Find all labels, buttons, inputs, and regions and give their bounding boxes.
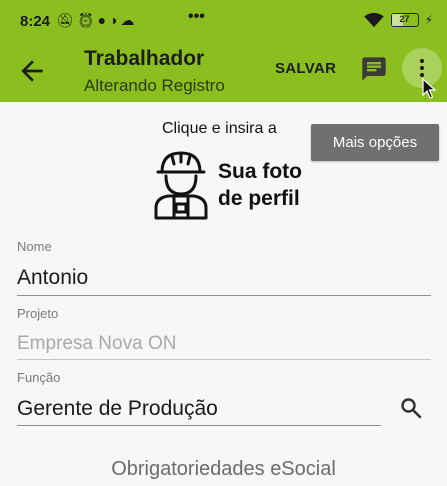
role-underline: [17, 425, 381, 426]
photo-label-line2: de perfil: [218, 187, 300, 210]
status-overflow: •••: [188, 8, 205, 25]
status-time: 8:24: [20, 13, 51, 30]
charging-icon: ⚡︎: [424, 13, 433, 27]
voicemail-icon: ●: [97, 12, 110, 28]
page-subtitle: Alterando Registro: [84, 76, 225, 95]
role-label: Função: [17, 370, 61, 385]
back-arrow-icon[interactable]: [16, 55, 48, 87]
mute-icon: 🔕︎: [56, 12, 77, 28]
comment-icon[interactable]: [360, 55, 388, 83]
more-options-button[interactable]: Mais opções: [311, 124, 439, 161]
mouse-cursor-icon: [422, 78, 437, 99]
save-button[interactable]: SALVAR: [275, 60, 336, 77]
status-notification-icons: 🔕︎⏰︎●◑☁︎: [56, 12, 138, 29]
photo-label: Sua foto de perfil: [218, 158, 302, 212]
name-label: Nome: [17, 239, 52, 254]
worker-avatar-icon[interactable]: [152, 148, 210, 220]
status-bar: 8:24 🔕︎⏰︎●◑☁︎ ••• 27 ⚡︎: [0, 0, 447, 35]
battery-icon: 27: [390, 13, 419, 27]
alarm-icon: ⏰︎: [76, 12, 98, 28]
status-right-group: 27 ⚡︎: [363, 12, 433, 28]
name-underline: [17, 295, 431, 296]
page-title: Trabalhador: [84, 47, 205, 70]
app-bar: Trabalhador Alterando Registro SALVAR: [0, 35, 447, 102]
search-icon[interactable]: [399, 396, 423, 420]
wifi-icon: [363, 12, 384, 28]
name-field[interactable]: Antonio: [17, 266, 88, 290]
form-content: Clique e insira a Mais opções Sua foto d…: [0, 102, 447, 486]
section-title: Obrigatoriedades eSocial: [111, 458, 336, 480]
project-underline: [17, 359, 431, 360]
photo-label-line1: Sua foto: [218, 160, 302, 183]
battery-level: 27: [399, 14, 410, 24]
role-field[interactable]: Gerente de Produção: [17, 397, 218, 421]
project-field: Empresa Nova ON: [17, 333, 177, 354]
nubank-icon: ◑: [109, 12, 121, 28]
cloud-icon: ☁︎: [120, 12, 138, 28]
project-label: Projeto: [17, 306, 59, 321]
photo-hint: Clique e insira a: [162, 120, 277, 137]
